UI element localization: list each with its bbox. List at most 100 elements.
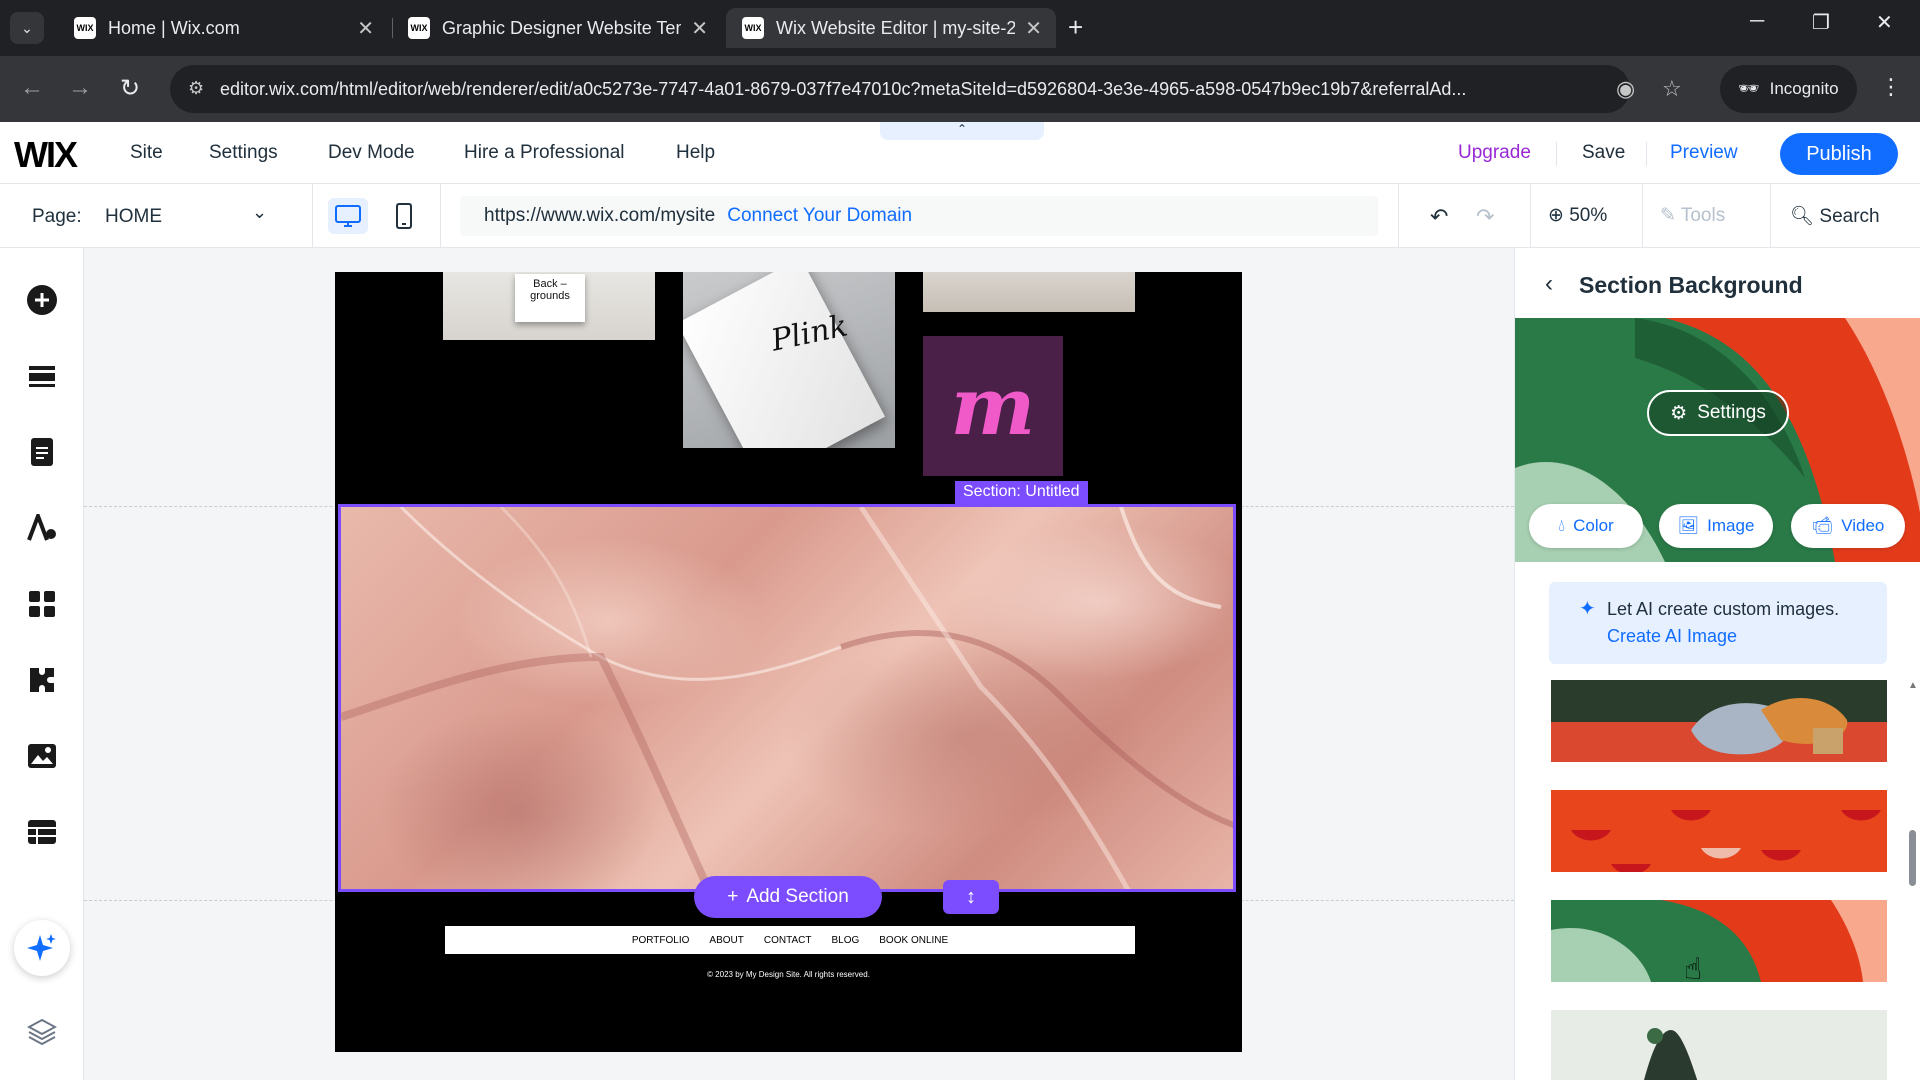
editor-canvas[interactable]: Back – grounds Plink m Section: Untitled… (84, 248, 1514, 1080)
divider (1646, 142, 1647, 166)
video-label: Video (1841, 516, 1885, 535)
backgrounds-mockup-image[interactable]: Back – grounds (443, 272, 655, 340)
media-button[interactable] (24, 738, 60, 774)
collapse-topbar-chevron-up-icon[interactable]: ⌃ (880, 122, 1044, 140)
section-name-tag[interactable]: Section: Untitled (955, 481, 1088, 504)
browser-tab-editor[interactable]: WIX Wix Website Editor | my-site-2 ✕ (726, 8, 1056, 48)
footer-nav-item[interactable]: PORTFOLIO (632, 935, 690, 946)
selected-section-pink-fabric[interactable] (338, 504, 1236, 892)
background-thumbnail-selected[interactable] (1551, 900, 1887, 982)
background-thumbnail[interactable] (1551, 1010, 1887, 1080)
footer-nav-item[interactable]: BLOG (831, 935, 859, 946)
menu-site[interactable]: Site (130, 142, 163, 164)
left-toolbar (0, 248, 84, 1080)
browser-tab-template[interactable]: WIX Graphic Designer Website Temp ✕ (392, 8, 722, 48)
hand-cursor-icon: ☝ (1684, 953, 1703, 986)
close-tab-icon[interactable]: ✕ (1025, 16, 1042, 41)
menu-dev-mode[interactable]: Dev Mode (328, 142, 415, 164)
scroll-up-icon[interactable]: ▲ (1908, 680, 1918, 691)
page-selector[interactable]: HOME (105, 206, 162, 228)
vertical-resize-icon: ↕ (966, 885, 976, 908)
background-video-button[interactable]: 📹︎ Video (1791, 504, 1905, 548)
background-image-button[interactable]: 🖼︎ Image (1659, 504, 1773, 548)
m-logo-image[interactable]: m (923, 336, 1063, 476)
tools-button[interactable]: ✎ Tools (1660, 204, 1725, 227)
mobile-icon (396, 203, 412, 229)
footer-nav-item[interactable]: ABOUT (709, 935, 743, 946)
create-ai-image-link[interactable]: Create AI Image (1607, 626, 1737, 646)
add-elements-button[interactable] (24, 282, 60, 318)
forward-icon[interactable]: → (68, 74, 92, 102)
add-section-button[interactable]: + Add Section (694, 876, 882, 918)
restore-icon[interactable]: ❐ (1812, 10, 1830, 35)
minimize-icon[interactable]: ─ (1750, 10, 1764, 33)
close-tab-icon[interactable]: ✕ (691, 16, 708, 41)
background-preview[interactable]: ⚙ Settings 💧︎ Color 🖼︎ Image 📹︎ Video (1515, 318, 1920, 562)
pages-menu-button[interactable] (24, 434, 60, 470)
chevron-down-icon[interactable]: ⌄ (252, 202, 267, 223)
paper-mockup-image[interactable] (923, 272, 1135, 312)
plus-circle-icon (27, 285, 57, 315)
save-button[interactable]: Save (1582, 142, 1625, 164)
divider (1770, 184, 1771, 248)
back-icon[interactable]: ← (20, 74, 44, 102)
connect-domain-link[interactable]: Connect Your Domain (727, 205, 912, 227)
preview-button[interactable]: Preview (1670, 142, 1738, 164)
browser-menu-icon[interactable]: ⋮ (1880, 74, 1902, 100)
divider (1398, 184, 1399, 248)
address-bar[interactable]: ⚙ editor.wix.com/html/editor/web/rendere… (170, 65, 1630, 113)
menu-settings[interactable]: Settings (209, 142, 278, 164)
close-window-icon[interactable]: ✕ (1876, 10, 1893, 35)
zoom-control[interactable]: ⊕ 50% (1548, 204, 1607, 227)
background-thumbnail[interactable] (1551, 790, 1887, 872)
wix-favicon-icon: WIX (74, 17, 96, 39)
menu-hire-a-professional[interactable]: Hire a Professional (464, 142, 625, 164)
incognito-label: Incognito (1769, 79, 1839, 98)
section-background-panel: ‹ Section Background ⚙ Settings 💧︎ Color… (1514, 248, 1920, 1080)
site-info-icon[interactable]: ⚙ (188, 78, 204, 99)
divider (1642, 184, 1643, 248)
site-design-button[interactable] (24, 510, 60, 546)
add-section-tool-button[interactable] (24, 358, 60, 394)
zoom-level: 50% (1569, 205, 1608, 226)
upgrade-button[interactable]: Upgrade (1458, 142, 1531, 164)
reload-icon[interactable]: ↻ (120, 74, 140, 103)
bookmark-star-icon[interactable]: ☆ (1662, 76, 1682, 102)
mobile-view-button[interactable] (384, 198, 424, 234)
background-settings-button[interactable]: ⚙ Settings (1647, 390, 1789, 436)
stretch-section-handle[interactable]: ↕ (943, 880, 999, 914)
back-chevron-icon[interactable]: ‹ (1545, 270, 1553, 298)
incognito-indicator[interactable]: 🕶 Incognito (1720, 65, 1857, 113)
footer-navigation[interactable]: PORTFOLIO ABOUT CONTACT BLOG BOOK ONLINE (445, 926, 1135, 954)
background-color-button[interactable]: 💧︎ Color (1529, 504, 1643, 548)
desktop-icon (335, 205, 361, 227)
site-page[interactable]: Back – grounds Plink m Section: Untitled… (335, 272, 1242, 1052)
browser-tab-home[interactable]: WIX Home | Wix.com ✕ (58, 8, 388, 48)
app-market-button[interactable] (24, 586, 60, 622)
layers-button[interactable] (24, 1014, 60, 1050)
business-tools-button[interactable] (24, 662, 60, 698)
menu-help[interactable]: Help (676, 142, 715, 164)
undo-icon[interactable]: ↶ (1430, 204, 1448, 230)
footer-nav-item[interactable]: CONTACT (764, 935, 812, 946)
browser-tab-bar: ⌄ WIX Home | Wix.com ✕ WIX Graphic Desig… (0, 0, 1920, 56)
tab-search-button[interactable]: ⌄ (10, 12, 44, 44)
close-tab-icon[interactable]: ✕ (357, 16, 374, 41)
gear-icon: ⚙ (1670, 402, 1688, 424)
background-thumbnail[interactable] (1551, 680, 1887, 762)
publish-button[interactable]: Publish (1780, 133, 1898, 175)
ai-promo-text: Let AI create custom images. (1607, 599, 1840, 619)
tab-title: Wix Website Editor | my-site-2 (776, 17, 1016, 38)
cms-button[interactable] (24, 814, 60, 850)
business-card-mockup-image[interactable]: Plink (683, 272, 895, 448)
tracking-protection-icon[interactable]: ◉ (1616, 76, 1635, 102)
footer-nav-item[interactable]: BOOK ONLINE (879, 935, 948, 946)
ai-assistant-button[interactable] (14, 920, 70, 976)
wix-favicon-icon: WIX (408, 17, 430, 39)
search-button[interactable]: 🔍︎ Search (1790, 204, 1880, 228)
redo-icon[interactable]: ↷ (1476, 204, 1494, 230)
desktop-view-button[interactable] (328, 198, 368, 234)
new-tab-icon[interactable]: + (1068, 12, 1083, 43)
panel-scrollbar[interactable] (1909, 830, 1916, 886)
wix-logo[interactable]: WIX (14, 134, 78, 176)
